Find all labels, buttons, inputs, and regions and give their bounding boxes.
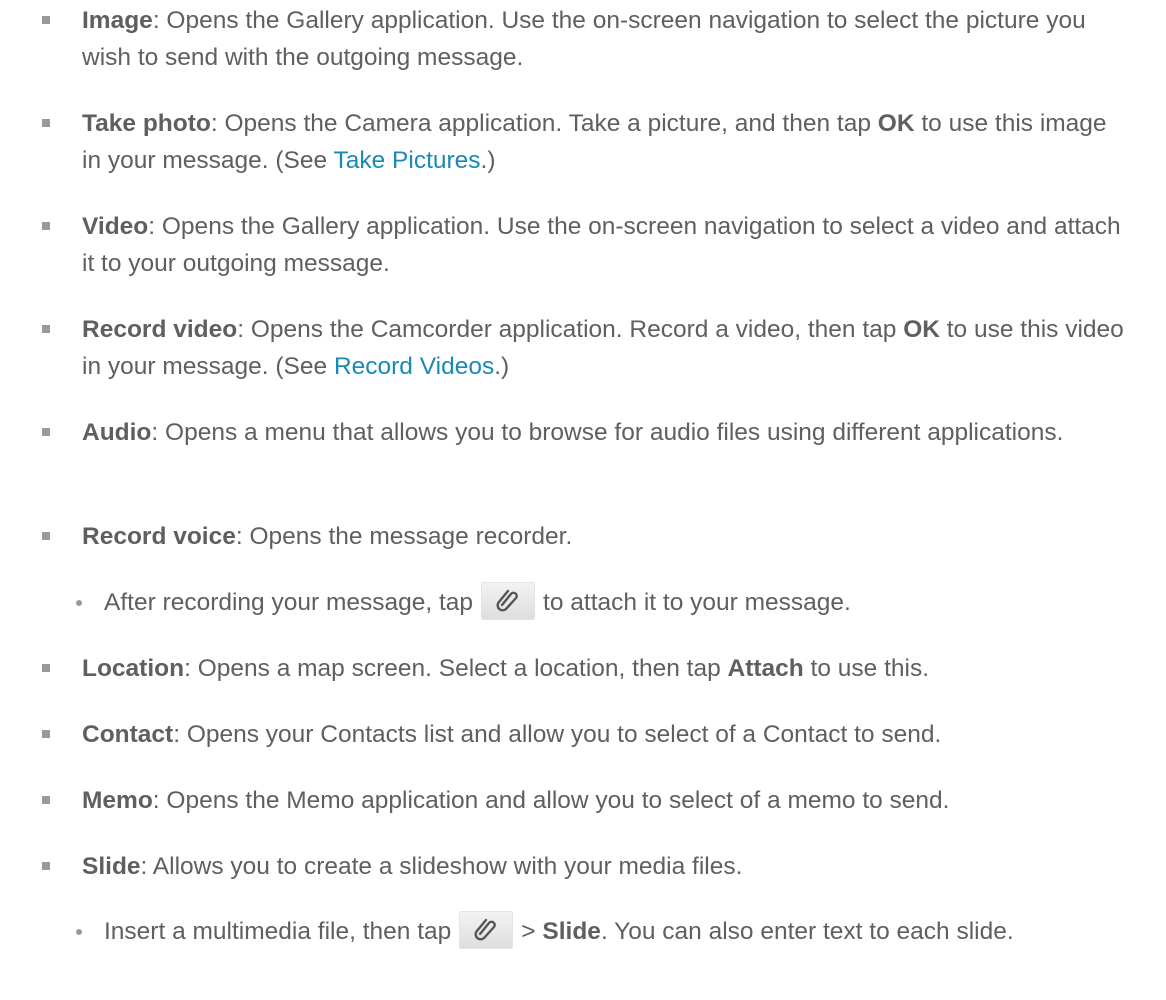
list-item-memo: Memo: Opens the Memo application and all…: [0, 782, 1126, 819]
paperclip-icon: [459, 910, 514, 949]
list-item-slide: Slide: Allows you to create a slideshow …: [0, 848, 1126, 885]
term-record-voice: Record voice: [82, 523, 236, 550]
list-item-audio: Audio: Opens a menu that allows you to b…: [0, 414, 1126, 451]
list-item-video: Video: Opens the Gallery application. Us…: [0, 208, 1126, 282]
desc-record-video-a: : Opens the Camcorder application. Recor…: [237, 316, 904, 343]
term-audio: Audio: [82, 419, 152, 446]
desc-slide: : Allows you to create a slideshow with …: [140, 853, 743, 880]
term-memo: Memo: [82, 787, 153, 814]
square-bullet-icon: [42, 532, 50, 540]
gt-separator: >: [521, 918, 536, 945]
list-item-image: Image: Opens the Gallery application. Us…: [0, 2, 1126, 76]
square-bullet-icon: [42, 325, 50, 333]
list-item-record-video: Record video: Opens the Camcorder applic…: [0, 311, 1126, 385]
list-item-record-voice: Record voice: Opens the message recorder…: [0, 518, 1126, 555]
attach-label: Attach: [727, 655, 804, 682]
sub-item-attach-recording: After recording your message, tap to atta…: [0, 581, 1126, 621]
term-image: Image: [82, 7, 153, 34]
square-bullet-icon: [42, 16, 50, 24]
ok-label: OK: [877, 110, 915, 137]
term-record-video: Record video: [82, 316, 238, 343]
record-videos-link[interactable]: Record Videos: [334, 353, 494, 380]
sub-text-b: . You can also enter text to each slide.: [600, 918, 1014, 945]
desc-record-video-c: .): [494, 353, 510, 380]
desc-take-photo-c: .): [480, 147, 496, 174]
slide-label: Slide: [542, 918, 601, 945]
dot-bullet-icon: [76, 929, 82, 935]
list-item-contact: Contact: Opens your Contacts list and al…: [0, 716, 1126, 753]
square-bullet-icon: [42, 730, 50, 738]
term-slide: Slide: [82, 853, 141, 880]
square-bullet-icon: [42, 862, 50, 870]
desc-contact: : Opens your Contacts list and allow you…: [173, 721, 942, 748]
square-bullet-icon: [42, 222, 50, 230]
desc-video: : Opens the Gallery application. Use the…: [82, 213, 1121, 277]
desc-image: : Opens the Gallery application. Use the…: [82, 7, 1086, 71]
desc-audio: : Opens a menu that allows you to browse…: [151, 419, 1064, 446]
square-bullet-icon: [42, 664, 50, 672]
list-item-take-photo: Take photo: Opens the Camera application…: [0, 105, 1126, 179]
list-item-location: Location: Opens a map screen. Select a l…: [0, 650, 1126, 687]
desc-take-photo-a: : Opens the Camera application. Take a p…: [210, 110, 878, 137]
term-take-photo: Take photo: [82, 110, 211, 137]
term-location: Location: [82, 655, 185, 682]
dot-bullet-icon: [76, 600, 82, 606]
desc-location-a: : Opens a map screen. Select a location,…: [184, 655, 728, 682]
square-bullet-icon: [42, 796, 50, 804]
term-video: Video: [82, 213, 149, 240]
sub-text-a: After recording your message, tap: [104, 589, 474, 616]
square-bullet-icon: [42, 428, 50, 436]
paperclip-icon: [481, 581, 536, 620]
term-contact: Contact: [82, 721, 174, 748]
desc-memo: : Opens the Memo application and allow y…: [152, 787, 950, 814]
sub-item-insert-slide: Insert a multimedia file, then tap > Slid…: [0, 910, 1126, 950]
take-pictures-link[interactable]: Take Pictures: [333, 147, 480, 174]
sub-text-a: Insert a multimedia file, then tap: [104, 918, 452, 945]
desc-record-voice: : Opens the message recorder.: [235, 523, 573, 550]
desc-location-b: to use this.: [803, 655, 930, 682]
sub-text-b: to attach it to your message.: [543, 589, 851, 616]
ok-label: OK: [903, 316, 940, 343]
square-bullet-icon: [42, 119, 50, 127]
